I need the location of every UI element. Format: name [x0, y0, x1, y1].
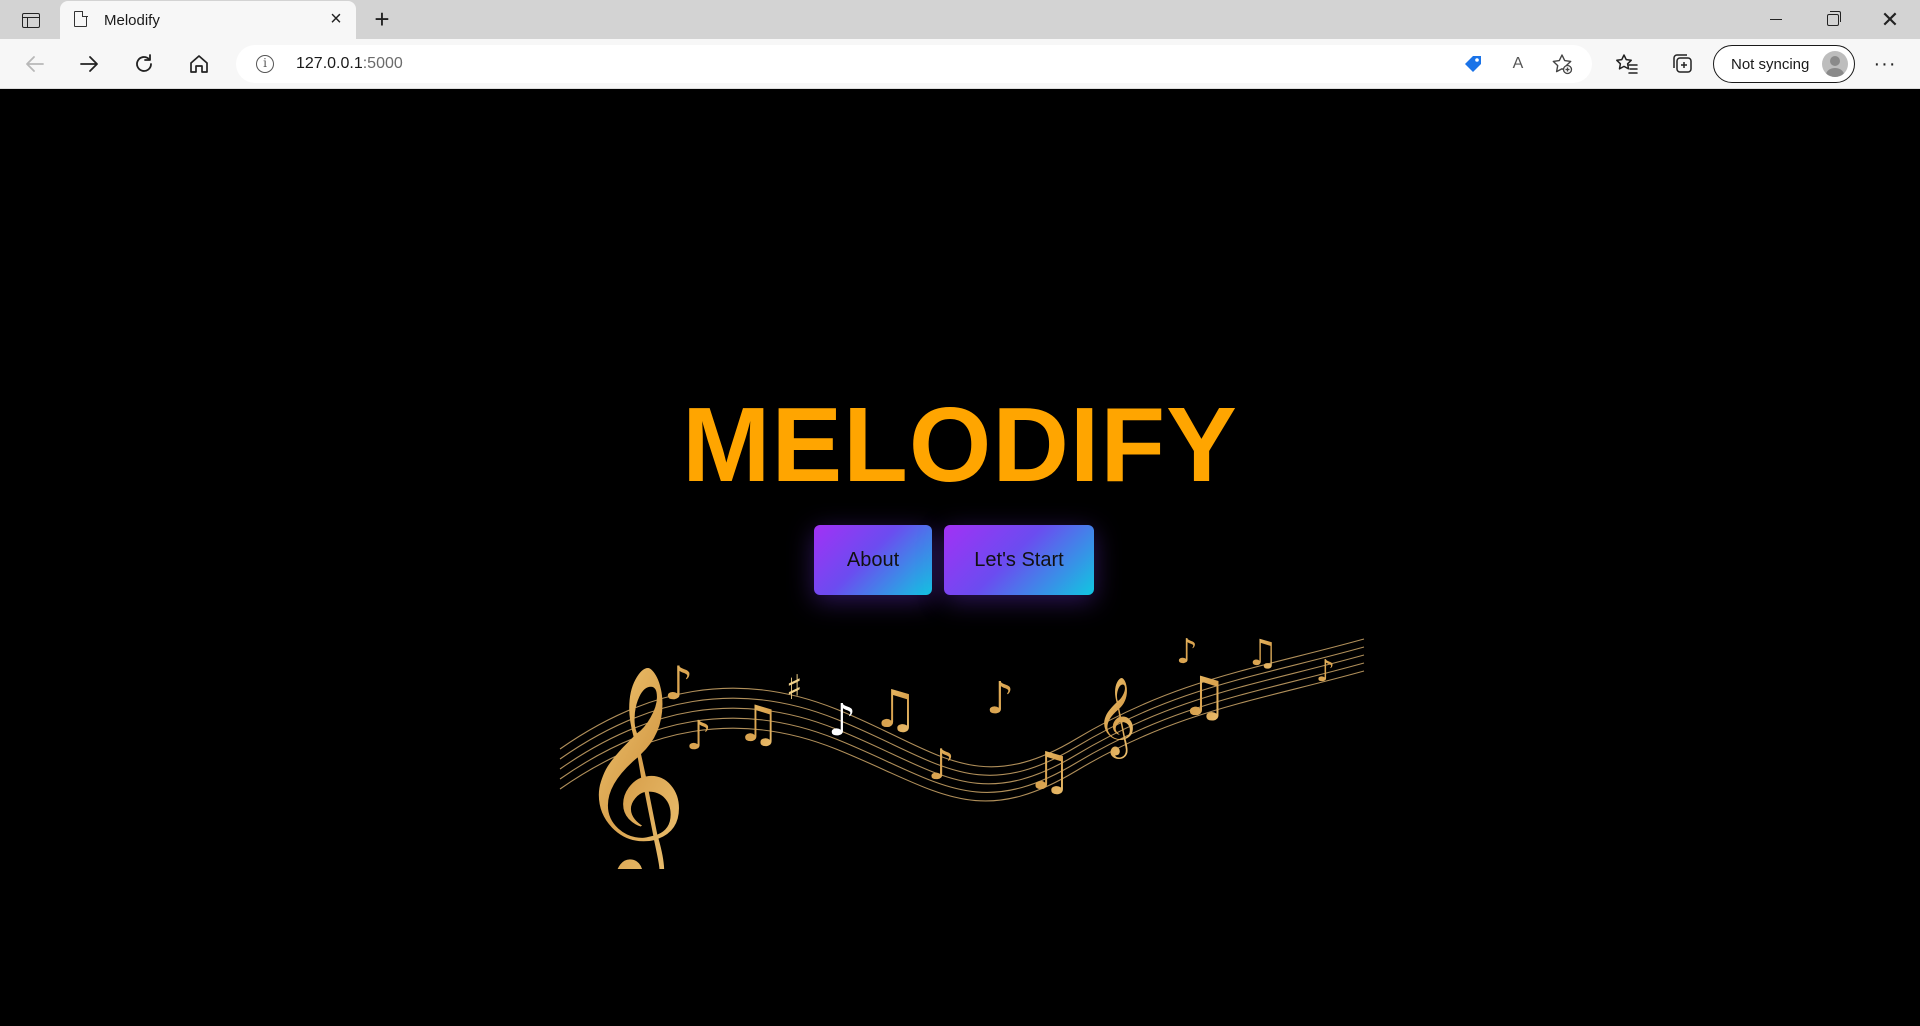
- music-note-icon: ♪: [1316, 654, 1335, 689]
- forward-button[interactable]: [72, 47, 106, 81]
- back-button[interactable]: [18, 47, 52, 81]
- avatar-icon: [1822, 51, 1848, 77]
- home-button[interactable]: [182, 47, 216, 81]
- url-text[interactable]: 127.0.0.1:5000: [296, 55, 403, 73]
- page-viewport: MELODIFY About Let's Start 𝄞 𝄞 ♯ ♪ ♪ ♫ ♪…: [0, 89, 1920, 1026]
- music-note-icon: ♪: [928, 740, 955, 789]
- restore-button[interactable]: [1805, 0, 1861, 39]
- profile-sync-button[interactable]: Not syncing: [1713, 45, 1855, 83]
- address-bar[interactable]: i 127.0.0.1:5000 A: [236, 45, 1592, 83]
- plus-icon[interactable]: +: [369, 6, 395, 33]
- music-note-icon: ♪: [986, 673, 1014, 724]
- url-host: 127.0.0.1: [296, 55, 363, 72]
- music-note-icon: ♫: [1180, 665, 1228, 728]
- add-favorite-icon[interactable]: [1551, 53, 1573, 75]
- restore-icon: [1827, 10, 1841, 26]
- more-icon[interactable]: ···: [1872, 51, 1898, 77]
- tab-actions-icon: [22, 12, 40, 28]
- lets-start-button[interactable]: Let's Start: [944, 525, 1094, 595]
- close-icon[interactable]: ×: [326, 9, 346, 30]
- page-icon: [74, 10, 88, 27]
- tab-actions-button[interactable]: [14, 7, 48, 33]
- price-tag-icon[interactable]: [1462, 53, 1484, 75]
- tab-strip: Melodify × + ✕: [0, 0, 1920, 39]
- reload-button[interactable]: [127, 47, 161, 81]
- forward-icon: [80, 56, 98, 72]
- about-button[interactable]: About: [814, 525, 932, 595]
- reload-icon: [136, 54, 152, 72]
- read-aloud-icon[interactable]: A: [1507, 53, 1529, 75]
- tab-melodify[interactable]: Melodify ×: [60, 1, 356, 39]
- window-close-button[interactable]: ✕: [1862, 0, 1918, 39]
- url-port: :5000: [362, 55, 403, 72]
- music-notes-illustration: 𝄞 𝄞 ♯ ♪ ♪ ♫ ♪ ♫ ♪ ♪ ♫ ♫ ♪ ♫ ♪: [559, 632, 1365, 869]
- back-icon: [26, 56, 44, 72]
- music-note-icon: ♫: [1026, 742, 1073, 802]
- music-note-icon: ♪: [1176, 632, 1198, 672]
- minimize-button[interactable]: [1748, 0, 1804, 39]
- treble-clef-icon: 𝄞: [1096, 677, 1136, 759]
- collections-icon[interactable]: [1670, 51, 1696, 77]
- page-title: MELODIFY: [682, 386, 1238, 504]
- music-note-icon: ♪: [686, 713, 712, 759]
- info-icon[interactable]: i: [256, 55, 274, 73]
- music-note-icon: ♪: [664, 656, 693, 710]
- music-note-icon: ♫: [1246, 633, 1278, 674]
- home-icon: [190, 55, 208, 73]
- music-note-icon: ♫: [872, 680, 919, 740]
- music-note-icon: ♪: [828, 695, 856, 746]
- sharp-icon: ♯: [786, 668, 802, 708]
- music-note-icon: ♫: [736, 695, 781, 753]
- favorites-icon[interactable]: [1614, 51, 1640, 77]
- tab-title: Melodify: [104, 12, 160, 29]
- sync-label: Not syncing: [1731, 56, 1810, 73]
- minimize-icon: [1770, 19, 1782, 20]
- browser-toolbar: i 127.0.0.1:5000 A Not syncing ···: [0, 39, 1920, 89]
